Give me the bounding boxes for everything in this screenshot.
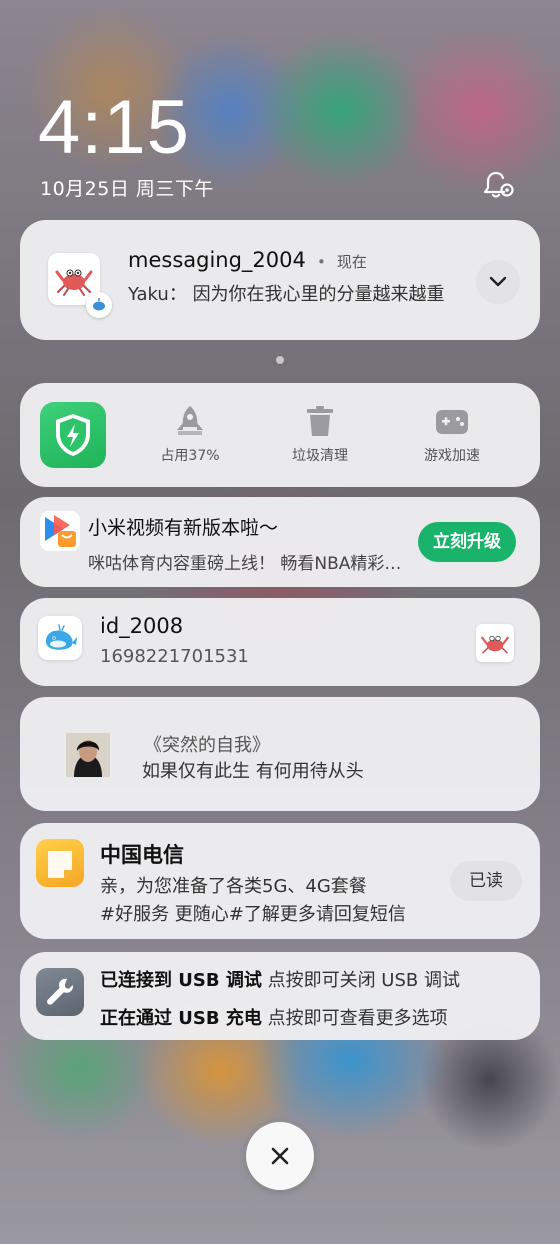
usb-debug-hint: 点按即可关闭 USB 调试	[261, 970, 460, 991]
gamepad-icon	[436, 410, 468, 434]
lockscreen-clock: 4:15	[38, 85, 190, 170]
trash-icon	[307, 406, 333, 436]
memory-usage-button[interactable]: 占用37%	[140, 403, 240, 465]
messages-app-icon	[36, 839, 84, 887]
app-name: messaging_2004	[128, 248, 306, 272]
notification-time: 现在	[336, 253, 367, 271]
memory-usage-label: 占用37%	[160, 448, 220, 464]
separator-dot: •	[316, 253, 326, 271]
crab-thumbnail-icon	[476, 624, 514, 662]
security-widget[interactable]: 占用37% 垃圾清理 游戏加速	[20, 383, 540, 487]
sender-name: Yaku：	[128, 284, 187, 305]
game-boost-label: 游戏加速	[424, 448, 480, 464]
game-boost-button[interactable]: 游戏加速	[402, 403, 502, 465]
telecom-sms-notification[interactable]: 中国电信 亲，为您准备了各类5G、4G套餐 #好服务 更随心#了解更多请回复短信…	[20, 823, 540, 939]
album-cover-image	[66, 733, 110, 777]
usb-debug-notification[interactable]: 已连接到 USB 调试 点按即可关闭 USB 调试 正在通过 USB 充电 点按…	[20, 952, 540, 1040]
clear-all-button[interactable]	[246, 1122, 314, 1190]
wrench-settings-icon	[36, 968, 84, 1016]
lockscreen-date: 10月25日 周三下午	[40, 178, 214, 200]
messaging-notification[interactable]: messaging_2004 • 现在 Yaku： 因为你在我心里的分量越来越重	[20, 220, 540, 340]
music-notification[interactable]: 《突然的自我》 如果仅有此生 有何用待从头	[20, 697, 540, 811]
sender-name: 中国电信	[100, 843, 184, 867]
expand-button[interactable]	[476, 260, 520, 304]
app-badge-icon	[86, 292, 112, 318]
page-indicator-dot	[276, 356, 284, 364]
video-update-notification[interactable]: 小米视频有新版本啦～ 咪咕体育内容重磅上线！ 畅看NBA精彩赛事 立刻升级	[20, 497, 540, 587]
message-line-2: #好服务 更随心#了解更多请回复短信	[100, 904, 406, 925]
message-preview: 因为你在我心里的分量越来越重	[192, 284, 445, 305]
rocket-icon	[177, 406, 203, 435]
whale-avatar-icon	[38, 616, 82, 660]
notification-body: 咪咕体育内容重磅上线！ 畅看NBA精彩赛事	[88, 554, 402, 574]
notification-settings-icon[interactable]	[482, 168, 516, 202]
usb-debug-status: 已连接到 USB 调试	[100, 970, 262, 991]
notification-title: 小米视频有新版本啦～	[88, 517, 279, 539]
message-line-1: 亲，为您准备了各类5G、4G套餐	[100, 876, 367, 897]
junk-clean-label: 垃圾清理	[292, 448, 348, 464]
upgrade-now-button[interactable]: 立刻升级	[418, 522, 516, 562]
security-shield-icon[interactable]	[40, 402, 106, 468]
usb-charging-hint: 点按即可查看更多选项	[261, 1008, 448, 1029]
id-message-notification[interactable]: id_2008 1698221701531	[20, 598, 540, 686]
chevron-down-icon	[489, 276, 507, 287]
usb-charging-status: 正在通过 USB 充电	[100, 1008, 262, 1029]
message-body: 1698221701531	[100, 646, 249, 667]
junk-clean-button[interactable]: 垃圾清理	[270, 403, 370, 465]
mark-read-button[interactable]: 已读	[450, 861, 522, 901]
close-icon	[271, 1147, 289, 1165]
song-title: 《突然的自我》	[144, 735, 270, 756]
song-lyric: 如果仅有此生 有何用待从头	[142, 761, 364, 782]
mi-video-app-icon	[40, 511, 80, 551]
sender-id: id_2008	[100, 614, 184, 638]
